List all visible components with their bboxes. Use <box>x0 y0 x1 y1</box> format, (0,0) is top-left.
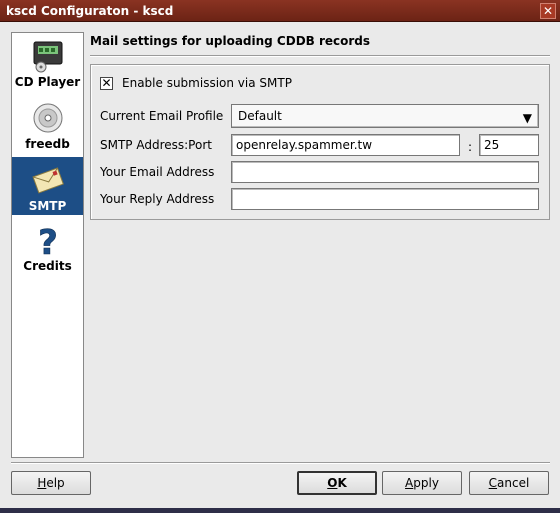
sidebar: CD Player freedb SMTP ? Credits <box>11 32 84 458</box>
email-address-label: Your Email Address <box>100 165 215 179</box>
cancel-button[interactable]: Cancel <box>469 471 549 495</box>
help-button[interactable]: Help <box>11 471 91 495</box>
sidebar-item-cd-player[interactable]: CD Player <box>12 33 83 91</box>
config-window: kscd Configuraton - kscd ✕ CD Player fre… <box>0 0 560 508</box>
smtp-address-label: SMTP Address:Port <box>100 138 212 152</box>
sidebar-item-label: Credits <box>23 259 72 273</box>
sidebar-item-freedb[interactable]: freedb <box>12 95 83 153</box>
window-title: kscd Configuraton - kscd <box>6 4 174 18</box>
sidebar-item-label: CD Player <box>14 75 81 89</box>
desktop-strip <box>0 508 560 513</box>
sidebar-item-credits[interactable]: ? Credits <box>12 217 83 275</box>
envelope-icon <box>32 167 64 194</box>
title-bar[interactable]: kscd Configuraton - kscd ✕ <box>0 0 560 22</box>
email-profile-select[interactable]: Default ▼ <box>231 104 539 128</box>
button-divider <box>11 462 550 464</box>
sidebar-item-label: SMTP <box>28 199 67 213</box>
page-title: Mail settings for uploading CDDB records <box>90 34 371 48</box>
cd-player-icon <box>33 41 63 73</box>
svg-text:?: ? <box>38 223 58 257</box>
reply-address-label: Your Reply Address <box>100 192 215 206</box>
email-address-input[interactable] <box>231 161 539 183</box>
apply-button[interactable]: Apply <box>382 471 462 495</box>
email-profile-label: Current Email Profile <box>100 109 224 123</box>
sidebar-item-label: freedb <box>25 137 70 151</box>
smtp-port-input[interactable] <box>479 134 539 156</box>
email-profile-value: Default <box>238 109 282 123</box>
enable-smtp-label[interactable]: Enable submission via SMTP <box>122 76 292 90</box>
sidebar-item-smtp[interactable]: SMTP <box>12 157 83 215</box>
title-divider <box>90 55 550 57</box>
chevron-down-icon: ▼ <box>522 111 532 125</box>
close-icon[interactable]: ✕ <box>540 3 556 19</box>
smtp-address-input[interactable] <box>231 134 460 156</box>
question-mark-icon: ? <box>38 223 58 257</box>
ok-button[interactable]: OK <box>297 471 377 495</box>
enable-smtp-checkbox[interactable]: ✕ <box>100 77 113 90</box>
freedb-disc-icon <box>33 103 63 133</box>
reply-address-input[interactable] <box>231 188 539 210</box>
port-separator: : <box>467 140 473 154</box>
